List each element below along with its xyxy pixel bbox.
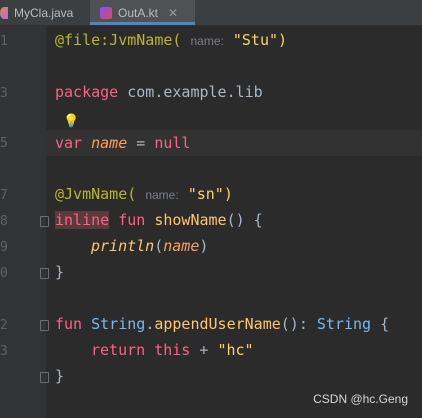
- punctuation: (: [154, 237, 164, 255]
- code-line-1[interactable]: @file:JvmName( name: "Stu"): [55, 30, 415, 51]
- code-line-9[interactable]: println(name): [91, 236, 422, 256]
- code-line-3[interactable]: package com.example.lib: [55, 82, 415, 102]
- tab-label: MyCla.java: [14, 5, 74, 20]
- keyword: return: [91, 341, 146, 359]
- code-line-14[interactable]: }: [55, 366, 415, 386]
- tab-label: OutA.kt: [118, 5, 159, 20]
- annotation: @JvmName(: [55, 185, 137, 203]
- punctuation: ():: [280, 315, 317, 333]
- line-number: 0: [0, 266, 8, 281]
- function-call: println: [91, 237, 155, 255]
- code-line-5[interactable]: var name = null: [55, 133, 415, 153]
- line-number: 2: [0, 318, 8, 333]
- keyword: this: [145, 341, 191, 359]
- parameter-hint: name:: [190, 34, 224, 48]
- tab-outa-kt[interactable]: OutA.kt ✕: [90, 0, 195, 25]
- function-name: appendUserName: [154, 315, 281, 333]
- property-name: name: [91, 134, 128, 152]
- brace: {: [371, 315, 390, 333]
- code-line-13[interactable]: return this + "hc": [91, 340, 422, 360]
- package-name: com.example.lib: [118, 83, 263, 101]
- string-literal: "sn"): [187, 185, 233, 203]
- line-number: 3: [0, 86, 8, 101]
- watermark: CSDN @hc.Geng: [313, 392, 408, 406]
- code-line-7[interactable]: @JvmName( name: "sn"): [55, 184, 415, 205]
- line-number: 9: [0, 240, 8, 255]
- code-line-12[interactable]: fun String.appendUserName(): String {: [55, 314, 415, 334]
- operator: +: [190, 341, 218, 359]
- keyword: fun: [109, 211, 146, 229]
- line-number: 7: [0, 188, 8, 203]
- line-number: 5: [0, 136, 8, 151]
- type-name: String: [316, 315, 372, 333]
- keyword: var: [55, 134, 83, 152]
- brace: }: [55, 367, 65, 385]
- keyword: package: [55, 83, 119, 101]
- close-icon[interactable]: ✕: [168, 6, 178, 20]
- tab-mycla-java[interactable]: MyCla.java: [0, 0, 83, 25]
- type-name: String: [82, 315, 146, 333]
- operator: =: [127, 134, 155, 152]
- line-number: 1: [0, 34, 8, 49]
- fold-marker[interactable]: [40, 216, 49, 227]
- argument: name: [163, 237, 200, 255]
- editor-tab-bar: MyCla.java OutA.kt ✕: [0, 0, 422, 26]
- code-line-10[interactable]: }: [55, 262, 415, 282]
- code-line-8[interactable]: inline fun showName() {: [55, 210, 415, 230]
- punctuation: () {: [226, 211, 263, 229]
- brace: }: [55, 263, 65, 281]
- function-name: showName: [145, 211, 227, 229]
- kotlin-file-icon: [100, 6, 112, 19]
- fold-marker[interactable]: [40, 320, 49, 331]
- punctuation: ): [199, 237, 209, 255]
- string-literal: "Stu"): [232, 31, 288, 49]
- string-literal: "hc": [217, 341, 254, 359]
- keyword: fun: [55, 315, 83, 333]
- fold-marker[interactable]: [40, 372, 49, 383]
- line-number: 8: [0, 214, 8, 229]
- keyword: inline: [55, 211, 110, 229]
- keyword: null: [154, 134, 191, 152]
- java-file-icon: [0, 6, 8, 19]
- fold-marker[interactable]: [40, 268, 49, 279]
- active-tab-indicator: [90, 22, 195, 25]
- parameter-hint: name:: [145, 188, 179, 202]
- line-number: 3: [0, 344, 8, 359]
- punctuation: .: [145, 315, 155, 333]
- annotation: @file:JvmName(: [55, 31, 182, 49]
- lightbulb-icon[interactable]: 💡: [63, 114, 79, 129]
